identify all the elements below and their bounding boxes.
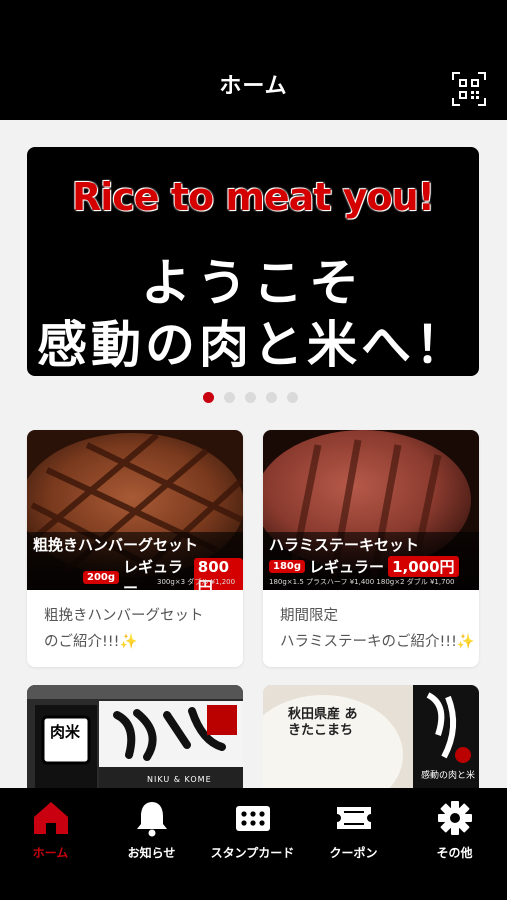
banner-size-label: レギュラー xyxy=(309,558,385,576)
rice-label-text: 秋田県産 あきたこまち xyxy=(288,707,358,738)
app-header: ホーム xyxy=(0,0,507,120)
card-caption: 期間限定 ハラミステーキのご紹介!!!✨ xyxy=(280,603,475,655)
carousel-dot-active[interactable] xyxy=(203,392,214,403)
price-banner: ハラミステーキセット 180g レギュラー 1,000円 180g×1.5 プラ… xyxy=(263,532,479,590)
carousel-dot[interactable] xyxy=(245,392,256,403)
carousel-dot[interactable] xyxy=(224,392,235,403)
caption-line: 期間限定 xyxy=(280,608,338,624)
banner-small-print: 300g×3 ダブル ¥1,200 xyxy=(157,578,236,586)
news-card-harami[interactable]: ハラミステーキセット 180g レギュラー 1,000円 180g×1.5 プラ… xyxy=(263,430,479,667)
qr-code-button[interactable] xyxy=(452,72,486,106)
hero-heading-line2: 感動の肉と米へ！ xyxy=(37,315,469,374)
banner-price: 1,000円 xyxy=(388,556,459,577)
tab-label: スタンプカード xyxy=(210,846,295,860)
card-caption: 粗挽きハンバーグセット のご紹介!!!✨ xyxy=(44,603,233,655)
rice-side-text: 感動の肉と米 xyxy=(421,771,476,781)
price-banner: 粗挽きハンバーグセット 200g レギュラー 800円 300g×3 ダブル ¥… xyxy=(27,532,243,590)
tab-label: クーポン xyxy=(329,846,378,860)
banner-gram-badge: 200g xyxy=(83,570,120,584)
news-card-storefront[interactable]: 肉米 NIKU & KOME xyxy=(27,685,243,788)
carousel-dot[interactable] xyxy=(287,392,298,403)
gear-icon xyxy=(437,801,472,835)
ticket-icon xyxy=(336,807,371,829)
page-title: ホーム xyxy=(219,74,288,99)
news-card-rice[interactable]: 秋田県産 あきたこまち 感動の肉と米 xyxy=(263,685,479,788)
home-icon xyxy=(33,802,68,834)
tab-label: ホーム xyxy=(32,846,69,860)
carousel-dot[interactable] xyxy=(266,392,277,403)
tab-news[interactable]: お知らせ xyxy=(101,796,202,866)
carousel-indicator xyxy=(203,392,298,403)
news-card-hamburger[interactable]: 粗挽きハンバーグセット 200g レギュラー 800円 300g×3 ダブル ¥… xyxy=(27,430,243,667)
qr-code-icon xyxy=(452,72,486,106)
steak-image: ハラミステーキセット 180g レギュラー 1,000円 180g×1.5 プラ… xyxy=(263,430,479,590)
tab-home[interactable]: ホーム xyxy=(0,796,101,866)
banner-small-print: 180g×1.5 プラスハーフ ¥1,400 180g×2 ダブル ¥1,700 xyxy=(269,578,455,586)
bottom-tab-bar: ホーム お知らせ スタンプカード クーポン その他 xyxy=(0,788,507,900)
home-content[interactable]: Rice to meat you! ようこそ 感動の肉と米へ！ 粗挽きハンバーグ… xyxy=(0,120,507,788)
caption-line: ハラミステーキのご紹介!!!✨ xyxy=(280,634,475,650)
tab-coupon[interactable]: クーポン xyxy=(303,796,404,866)
banner-gram-badge: 180g xyxy=(269,560,306,573)
hero-tagline: Rice to meat you! xyxy=(72,175,435,219)
hero-banner[interactable]: Rice to meat you! ようこそ 感動の肉と米へ！ xyxy=(27,147,479,376)
banner-title: ハラミステーキセット xyxy=(269,536,420,554)
store-sign-sub: NIKU & KOME xyxy=(147,775,212,784)
caption-line: のご紹介!!!✨ xyxy=(44,634,138,650)
tab-label: お知らせ xyxy=(127,846,176,860)
tab-stamp-card[interactable]: スタンプカード xyxy=(202,796,303,866)
tab-other[interactable]: その他 xyxy=(404,796,505,866)
hamburger-image: 粗挽きハンバーグセット 200g レギュラー 800円 300g×3 ダブル ¥… xyxy=(27,430,243,590)
banner-title: 粗挽きハンバーグセット xyxy=(33,536,199,554)
store-sign-text: 肉米 xyxy=(49,723,80,741)
caption-line: 粗挽きハンバーグセット xyxy=(44,608,204,624)
tab-label: その他 xyxy=(436,846,473,860)
bell-icon xyxy=(136,802,167,837)
stamp-card-icon xyxy=(235,806,270,831)
